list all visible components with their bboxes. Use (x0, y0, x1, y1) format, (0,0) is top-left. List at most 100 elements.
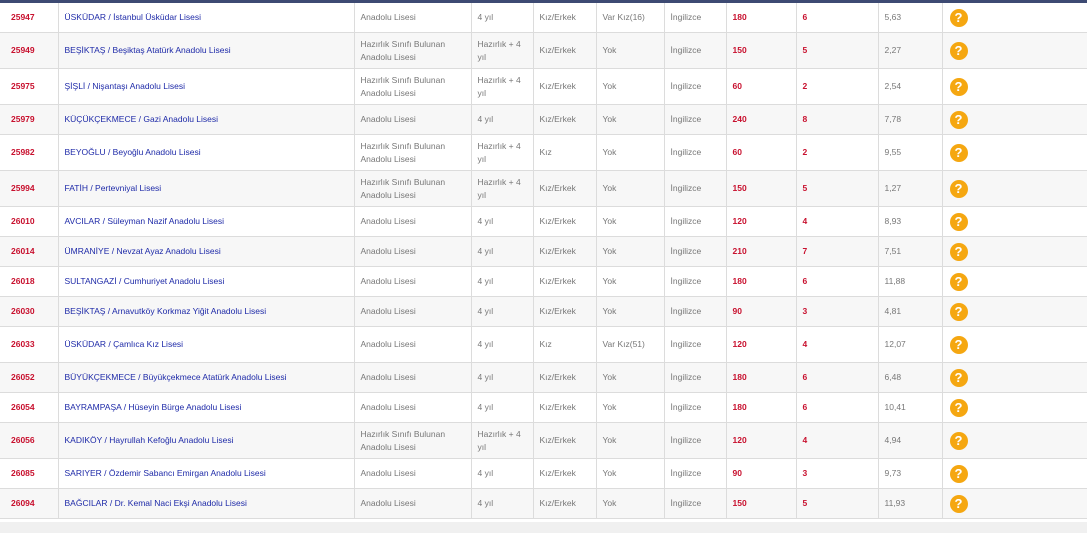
boarding: Yok (596, 236, 665, 267)
score: 5 (796, 488, 879, 519)
school-code: 26014 (0, 236, 59, 267)
question-circle-icon[interactable]: ? (949, 302, 968, 321)
score: 5 (796, 32, 879, 69)
gender: Kız/Erkek (533, 206, 597, 237)
table-row: 25949 BEŞİKTAŞ / Beşiktaş Atatürk Anadolu… (0, 32, 1087, 69)
school-name-link[interactable]: ŞİŞLİ / Nişantaşı Anadolu Lisesi (58, 68, 355, 105)
school-name-link[interactable]: AVCILAR / Süleyman Nazif Anadolu Lisesi (58, 206, 355, 237)
school-type: Anadolu Lisesi (354, 206, 472, 237)
gender: Kız/Erkek (533, 392, 597, 423)
score: 5 (796, 170, 879, 207)
school-name-link[interactable]: BÜYÜKÇEKMECE / Büyükçekmece Atatürk Anad… (58, 362, 355, 393)
question-circle-icon[interactable]: ? (949, 77, 968, 96)
school-name-link[interactable]: BAYRAMPAŞA / Hüseyin Bürge Anadolu Lises… (58, 392, 355, 423)
boarding: Yok (596, 266, 665, 297)
school-name-link[interactable]: SULTANGAZİ / Cumhuriyet Anadolu Lisesi (58, 266, 355, 297)
score: 4 (796, 206, 879, 237)
school-type: Anadolu Lisesi (354, 362, 472, 393)
help-cell: ? (942, 3, 1087, 33)
school-name-link[interactable]: KADIKÖY / Hayrullah Kefoğlu Anadolu Lise… (58, 422, 355, 459)
language: İngilizce (664, 68, 727, 105)
school-code: 25979 (0, 104, 59, 135)
school-name-link[interactable]: BEŞİKTAŞ / Arnavutköy Korkmaz Yiğit Anad… (58, 296, 355, 327)
duration: 4 yıl (471, 236, 534, 267)
school-name-link[interactable]: BAĞCILAR / Dr. Kemal Naci Ekşi Anadolu L… (58, 488, 355, 519)
boarding: Yok (596, 392, 665, 423)
quota: 60 (726, 68, 797, 105)
score: 6 (796, 3, 879, 33)
question-circle-icon[interactable]: ? (949, 431, 968, 450)
question-circle-icon[interactable]: ? (949, 179, 968, 198)
school-code: 26054 (0, 392, 59, 423)
language: İngilizce (664, 104, 727, 135)
school-code: 26018 (0, 266, 59, 297)
help-cell: ? (942, 488, 1087, 519)
help-cell: ? (942, 326, 1087, 363)
school-name-link[interactable]: SARIYER / Özdemir Sabancı Emirgan Anadol… (58, 458, 355, 489)
question-circle-icon[interactable]: ? (949, 143, 968, 162)
school-type: Anadolu Lisesi (354, 326, 472, 363)
school-name-link[interactable]: BEYOĞLU / Beyoğlu Anadolu Lisesi (58, 134, 355, 171)
school-name-link[interactable]: BEŞİKTAŞ / Beşiktaş Atatürk Anadolu Lise… (58, 32, 355, 69)
school-name-link[interactable]: ÜMRANİYE / Nevzat Ayaz Anadolu Lisesi (58, 236, 355, 267)
question-circle-icon[interactable]: ? (949, 272, 968, 291)
language: İngilizce (664, 32, 727, 69)
boarding: Var Kız(16) (596, 3, 665, 33)
percentile: 11,88 (878, 266, 943, 297)
language: İngilizce (664, 422, 727, 459)
score: 2 (796, 68, 879, 105)
percentile: 7,51 (878, 236, 943, 267)
quota: 210 (726, 236, 797, 267)
quota: 120 (726, 206, 797, 237)
school-name-link[interactable]: FATİH / Pertevniyal Lisesi (58, 170, 355, 207)
table-row: 26054 BAYRAMPAŞA / Hüseyin Bürge Anadolu … (0, 392, 1087, 423)
duration: Hazırlık + 4 yıl (471, 32, 534, 69)
table-row: 25947 ÜSKÜDAR / İstanbul Üsküdar Lisesi An… (0, 3, 1087, 33)
percentile: 10,41 (878, 392, 943, 423)
duration: 4 yıl (471, 104, 534, 135)
school-code: 25949 (0, 32, 59, 69)
help-cell: ? (942, 32, 1087, 69)
school-name-link[interactable]: ÜSKÜDAR / Çamlıca Kız Lisesi (58, 326, 355, 363)
score: 4 (796, 422, 879, 459)
table-row: 26052 BÜYÜKÇEKMECE / Büyükçekmece Atatürk… (0, 362, 1087, 393)
score: 6 (796, 362, 879, 393)
school-type: Hazırlık Sınıfı Bulunan Anadolu Lisesi (354, 170, 472, 207)
score: 3 (796, 458, 879, 489)
score: 4 (796, 326, 879, 363)
school-name-link[interactable]: KÜÇÜKÇEKMECE / Gazi Anadolu Lisesi (58, 104, 355, 135)
boarding: Yok (596, 488, 665, 519)
question-circle-icon[interactable]: ? (949, 494, 968, 513)
question-circle-icon[interactable]: ? (949, 368, 968, 387)
question-circle-icon[interactable]: ? (949, 464, 968, 483)
question-circle-icon[interactable]: ? (949, 110, 968, 129)
score: 3 (796, 296, 879, 327)
gender: Kız/Erkek (533, 488, 597, 519)
question-circle-icon[interactable]: ? (949, 212, 968, 231)
question-circle-icon[interactable]: ? (949, 242, 968, 261)
percentile: 2,27 (878, 32, 943, 69)
language: İngilizce (664, 170, 727, 207)
table-row: 26094 BAĞCILAR / Dr. Kemal Naci Ekşi Anad… (0, 488, 1087, 519)
question-circle-icon[interactable]: ? (949, 8, 968, 27)
table-row: 25979 KÜÇÜKÇEKMECE / Gazi Anadolu Lisesi A… (0, 104, 1087, 135)
question-circle-icon[interactable]: ? (949, 398, 968, 417)
language: İngilizce (664, 266, 727, 297)
percentile: 11,93 (878, 488, 943, 519)
gender: Kız/Erkek (533, 266, 597, 297)
language: İngilizce (664, 326, 727, 363)
table-row: 26010 AVCILAR / Süleyman Nazif Anadolu Li… (0, 206, 1087, 237)
school-type: Anadolu Lisesi (354, 458, 472, 489)
school-table: 25947 ÜSKÜDAR / İstanbul Üsküdar Lisesi An… (0, 3, 1087, 519)
table-row: 26018 SULTANGAZİ / Cumhuriyet Anadolu Lis… (0, 266, 1087, 297)
language: İngilizce (664, 488, 727, 519)
school-name-link[interactable]: ÜSKÜDAR / İstanbul Üsküdar Lisesi (58, 3, 355, 33)
question-circle-icon[interactable]: ? (949, 335, 968, 354)
gender: Kız/Erkek (533, 170, 597, 207)
quota: 180 (726, 392, 797, 423)
school-type: Anadolu Lisesi (354, 296, 472, 327)
question-circle-icon[interactable]: ? (949, 41, 968, 60)
table-row: 26033 ÜSKÜDAR / Çamlıca Kız Lisesi Anadolu… (0, 326, 1087, 363)
gender: Kız/Erkek (533, 3, 597, 33)
percentile: 4,94 (878, 422, 943, 459)
